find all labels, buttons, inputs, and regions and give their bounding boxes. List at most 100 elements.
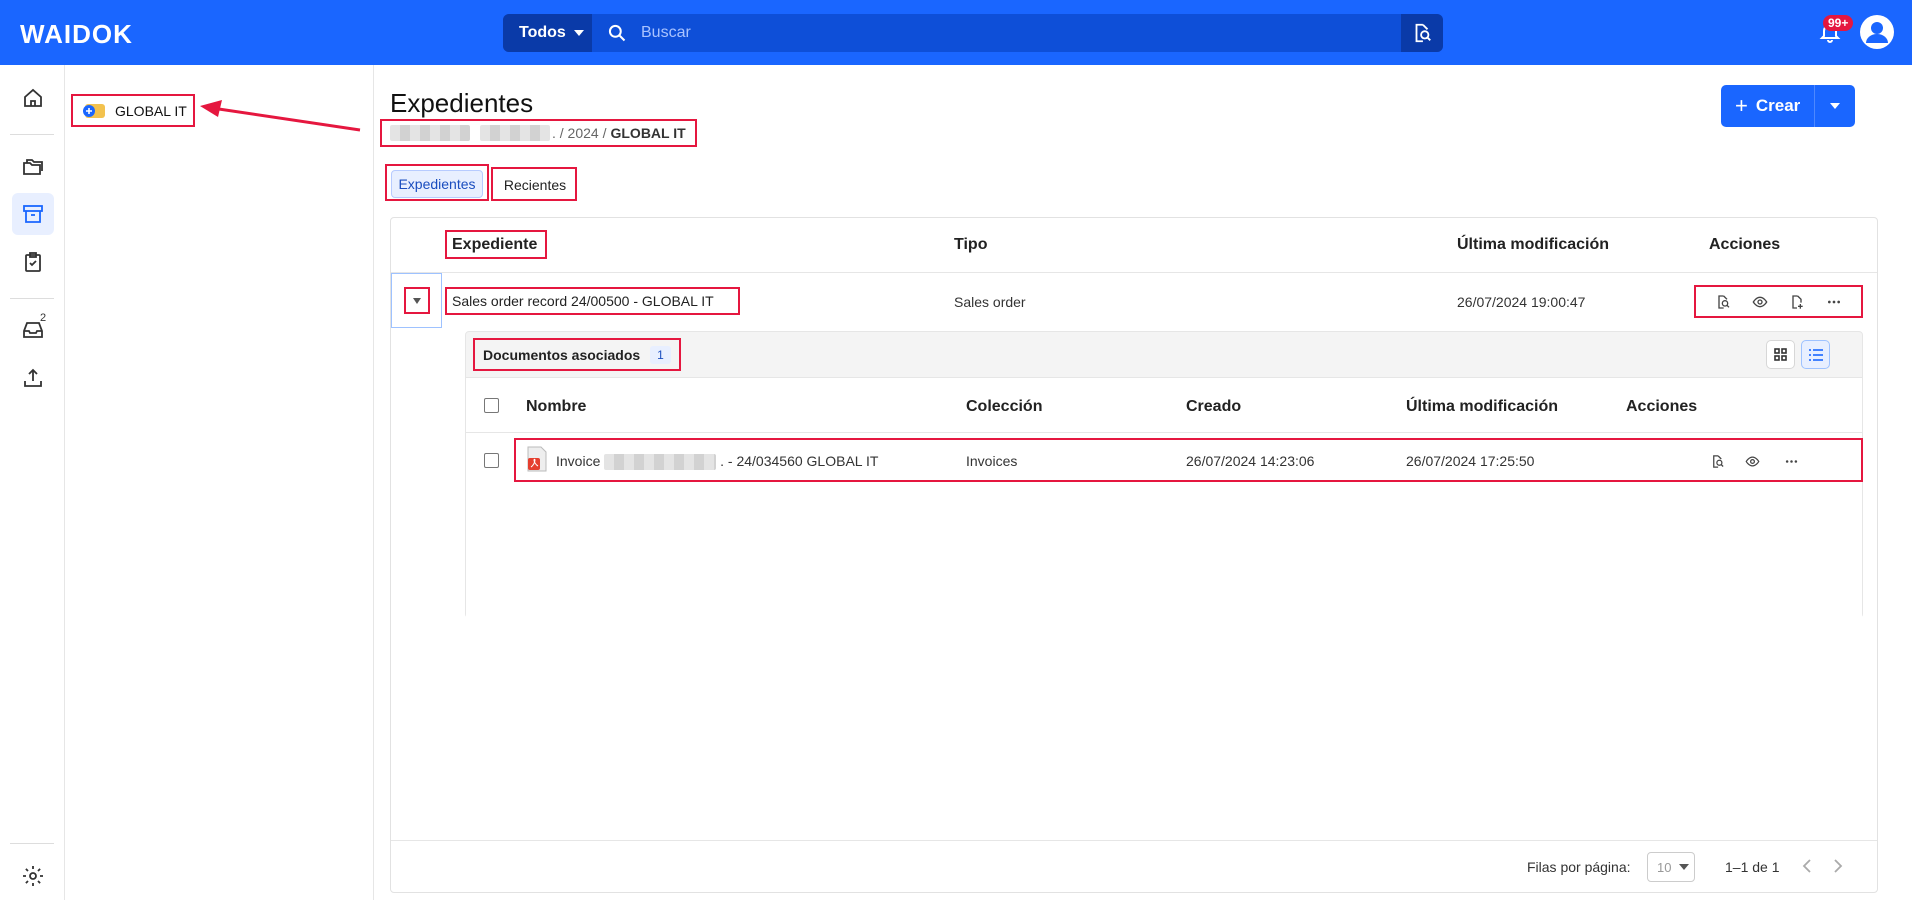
column-header-modified[interactable]: Última modificación <box>1457 236 1609 254</box>
column-header-expediente[interactable]: Expediente <box>452 236 537 254</box>
notifications-badge: 99+ <box>1823 15 1854 31</box>
page-title: Expedientes <box>390 88 534 118</box>
more-actions-button[interactable] <box>1781 451 1801 471</box>
advanced-search-button[interactable] <box>1401 14 1443 52</box>
column-header-creado[interactable]: Creado <box>1186 398 1241 416</box>
chevron-right-icon <box>1834 859 1843 873</box>
list-view-toggle[interactable] <box>1801 340 1830 369</box>
chevron-left-icon <box>1802 859 1811 873</box>
grid-icon <box>1774 348 1787 361</box>
expedientes-table: Expediente Tipo Última modificación Acci… <box>390 217 1878 893</box>
redacted-text <box>604 454 717 471</box>
column-header-coleccion[interactable]: Colección <box>966 398 1042 416</box>
expediente-name[interactable]: Sales order record 24/00500 - GLOBAL IT <box>445 287 740 315</box>
nav-folders[interactable] <box>12 146 54 188</box>
associated-documents-title: Documentos asociados 1 <box>473 338 681 371</box>
tree-node-global-it[interactable]: GLOBAL IT <box>71 94 195 127</box>
nav-tasks[interactable] <box>12 241 54 283</box>
archive-icon <box>23 205 43 223</box>
left-navigation-rail: 2 <box>0 65 65 900</box>
search-input[interactable] <box>641 14 1381 52</box>
document-add-icon <box>1792 294 1803 309</box>
add-document-button[interactable] <box>1787 292 1807 312</box>
document-search-icon <box>1415 23 1431 43</box>
list-icon <box>1808 348 1823 361</box>
expediente-modified: 26/07/2024 19:00:47 <box>1457 294 1586 310</box>
rail-divider <box>10 298 54 299</box>
associated-documents-panel: Documentos asociados 1 Nombre Colección … <box>465 331 1863 619</box>
top-bar: WAIDOK Todos 99+ <box>0 0 1912 65</box>
tab-recientes[interactable]: Recientes <box>497 172 573 198</box>
redacted-text <box>480 125 550 141</box>
home-icon <box>24 88 42 107</box>
nav-inbox[interactable] <box>12 309 54 351</box>
table-header: Expediente Tipo Última modificación Acci… <box>391 218 1877 273</box>
rail-divider <box>10 134 54 135</box>
create-main-button[interactable]: + Crear <box>1721 85 1814 127</box>
folders-icon <box>23 159 43 175</box>
column-header-acciones: Acciones <box>1626 398 1698 415</box>
document-created: 26/07/2024 14:23:06 <box>1186 453 1315 469</box>
more-horizontal-icon <box>1785 459 1797 463</box>
view-button[interactable] <box>1750 292 1770 312</box>
settings-icon <box>23 866 43 886</box>
search-bar: Todos <box>503 14 1443 52</box>
select-all-checkbox[interactable] <box>484 398 499 413</box>
rows-per-page-select[interactable]: 10 <box>1647 852 1695 882</box>
associated-documents-header: Documentos asociados 1 <box>466 332 1862 377</box>
table-row[interactable]: Sales order record 24/00500 - GLOBAL IT … <box>391 274 1877 328</box>
expediente-type: Sales order <box>954 294 1026 310</box>
document-name-prefix: Invoice <box>556 453 601 469</box>
documents-table-header: Nombre Colección Creado Última modificac… <box>466 378 1862 433</box>
breadcrumb: . / 2024 / GLOBAL IT <box>380 119 697 147</box>
open-document-button[interactable] <box>1713 292 1733 312</box>
more-actions-button[interactable] <box>1824 292 1844 312</box>
table-pagination: Filas por página: 10 1–1 de 1 <box>391 840 1877 892</box>
column-header-nombre[interactable]: Nombre <box>526 398 586 416</box>
app-logo[interactable]: WAIDOK <box>20 19 133 50</box>
chevron-down-icon <box>1830 103 1840 109</box>
previous-page-button[interactable] <box>1796 855 1818 877</box>
pagination-range: 1–1 de 1 <box>1725 859 1780 875</box>
documents-table: Nombre Colección Creado Última modificac… <box>466 377 1863 619</box>
column-header-tipo[interactable]: Tipo <box>954 236 987 254</box>
column-header-modified[interactable]: Última modificación <box>1406 398 1558 416</box>
view-button[interactable] <box>1742 451 1762 471</box>
nav-home[interactable] <box>12 77 54 119</box>
grid-view-toggle[interactable] <box>1766 340 1795 369</box>
create-dropdown-button[interactable] <box>1815 85 1855 127</box>
rows-per-page-value: 10 <box>1657 859 1672 875</box>
nav-archive[interactable] <box>12 193 54 235</box>
document-search-icon <box>1717 294 1730 309</box>
plus-icon: + <box>1735 93 1748 118</box>
document-collection: Invoices <box>966 453 1018 469</box>
redacted-text <box>390 125 470 141</box>
next-page-button[interactable] <box>1827 855 1849 877</box>
column-header-acciones: Acciones <box>1709 236 1781 253</box>
create-label: Crear <box>1755 96 1801 115</box>
clipboard-check-icon <box>25 252 41 272</box>
breadcrumb-year[interactable]: . / 2024 / <box>552 125 606 141</box>
upload-icon <box>24 368 42 387</box>
row-checkbox[interactable] <box>484 453 499 468</box>
rows-per-page-label: Filas por página: <box>1527 859 1631 875</box>
document-name[interactable]: Invoice . - 24/034560 GLOBAL IT <box>556 453 879 471</box>
document-name-suffix: . - 24/034560 GLOBAL IT <box>720 453 879 469</box>
tab-expedientes[interactable]: Expedientes <box>391 170 483 198</box>
folder-tree-panel: GLOBAL IT <box>65 65 374 900</box>
document-modified: 26/07/2024 17:25:50 <box>1406 453 1535 469</box>
breadcrumb-current: GLOBAL IT <box>610 125 686 141</box>
chevron-down-icon <box>1679 864 1690 870</box>
nav-settings[interactable] <box>12 855 54 897</box>
inbox-count: 2 <box>40 312 47 324</box>
folder-share-icon <box>83 103 105 118</box>
user-avatar-icon[interactable] <box>1860 15 1894 49</box>
open-document-button[interactable] <box>1707 451 1727 471</box>
search-scope-dropdown[interactable]: Todos <box>503 14 592 52</box>
document-search-icon <box>1712 454 1724 468</box>
search-icon <box>608 24 626 42</box>
nav-upload[interactable] <box>12 357 54 399</box>
document-count-badge: 1 <box>650 345 671 364</box>
rail-divider <box>10 843 54 844</box>
eye-icon <box>1752 296 1768 307</box>
